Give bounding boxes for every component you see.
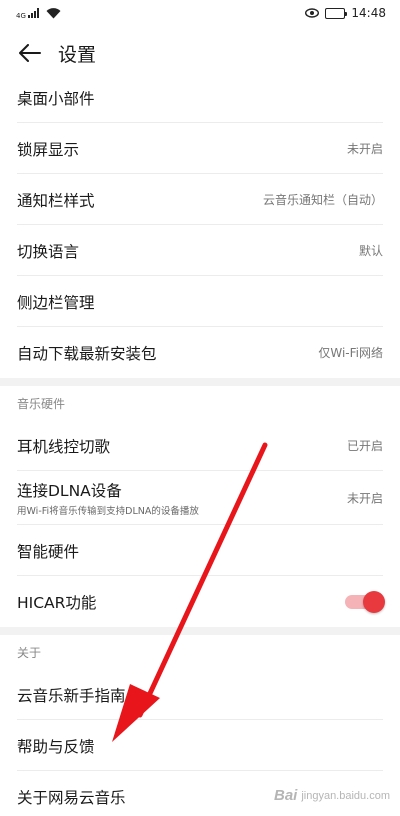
back-button[interactable] [6, 30, 54, 76]
arrow-left-icon [19, 44, 41, 62]
setting-value: 已开启 [346, 439, 383, 453]
setting-label: 桌面小部件 [17, 89, 95, 108]
setting-label: 侧边栏管理 [17, 293, 95, 312]
setting-language[interactable]: 切换语言 默认 [0, 225, 400, 276]
setting-label: 帮助与反馈 [17, 737, 95, 756]
setting-auto-download[interactable]: 自动下载最新安装包 仅Wi-Fi网络 [0, 327, 400, 378]
network-type-label: 4G [16, 11, 26, 20]
status-bar: 4G 14:48 [0, 0, 400, 26]
hicar-toggle[interactable] [345, 590, 385, 613]
setting-label: 通知栏样式 [17, 191, 95, 210]
toggle-knob [363, 590, 385, 613]
setting-label: 云音乐新手指南 [17, 686, 126, 705]
setting-label: 关于网易云音乐 [17, 788, 126, 807]
section-header-hardware: 音乐硬件 [17, 396, 66, 411]
watermark: Bai jingyan.baidu.com [274, 787, 390, 804]
setting-value: 仅Wi-Fi网络 [318, 346, 383, 360]
clock-time: 14:48 [351, 6, 386, 20]
setting-notification-style[interactable]: 通知栏样式 云音乐通知栏（自动） [0, 174, 400, 225]
setting-label: 自动下载最新安装包 [17, 344, 157, 363]
settings-list: 桌面小部件 锁屏显示 未开启 通知栏样式 云音乐通知栏（自动） 切换语言 默认 … [0, 72, 400, 816]
setting-label: 切换语言 [17, 242, 80, 261]
setting-dlna[interactable]: 连接DLNA设备 用Wi-Fi将音乐传输到支持DLNA的设备播放 未开启 [0, 471, 400, 525]
setting-value: 未开启 [346, 491, 383, 506]
setting-help-feedback[interactable]: 帮助与反馈 [0, 720, 400, 771]
battery-icon [325, 7, 348, 19]
wifi-icon [46, 7, 61, 18]
setting-value: 默认 [358, 244, 383, 258]
setting-sublabel: 用Wi-Fi将音乐传输到支持DLNA的设备播放 [17, 506, 199, 517]
watermark-logo: Bai [273, 787, 298, 804]
setting-sidebar-manage[interactable]: 侧边栏管理 [0, 276, 400, 327]
setting-label: HICAR功能 [17, 593, 97, 612]
status-right: 14:48 [305, 6, 386, 20]
setting-smart-hardware[interactable]: 智能硬件 [0, 525, 400, 576]
header: 设置 [0, 30, 400, 76]
setting-label: 锁屏显示 [17, 140, 80, 159]
setting-label: 智能硬件 [17, 542, 80, 561]
setting-value: 未开启 [346, 142, 383, 156]
setting-label: 连接DLNA设备 [17, 482, 122, 500]
watermark-url: jingyan.baidu.com [301, 789, 390, 802]
setting-lockscreen[interactable]: 锁屏显示 未开启 [0, 123, 400, 174]
status-left: 4G [16, 7, 61, 20]
eye-comfort-icon [305, 8, 320, 18]
page-title: 设置 [58, 43, 97, 66]
setting-label: 耳机线控切歌 [17, 437, 111, 456]
setting-hicar: HICAR功能 [0, 576, 400, 627]
setting-widgets[interactable]: 桌面小部件 [0, 72, 400, 123]
setting-beginner-guide[interactable]: 云音乐新手指南 [0, 669, 400, 720]
signal-icon [27, 8, 39, 18]
section-gap [0, 378, 400, 386]
section-gap [0, 627, 400, 635]
setting-value: 云音乐通知栏（自动） [262, 193, 383, 207]
section-header-about: 关于 [17, 645, 42, 660]
setting-headset-control[interactable]: 耳机线控切歌 已开启 [0, 420, 400, 471]
